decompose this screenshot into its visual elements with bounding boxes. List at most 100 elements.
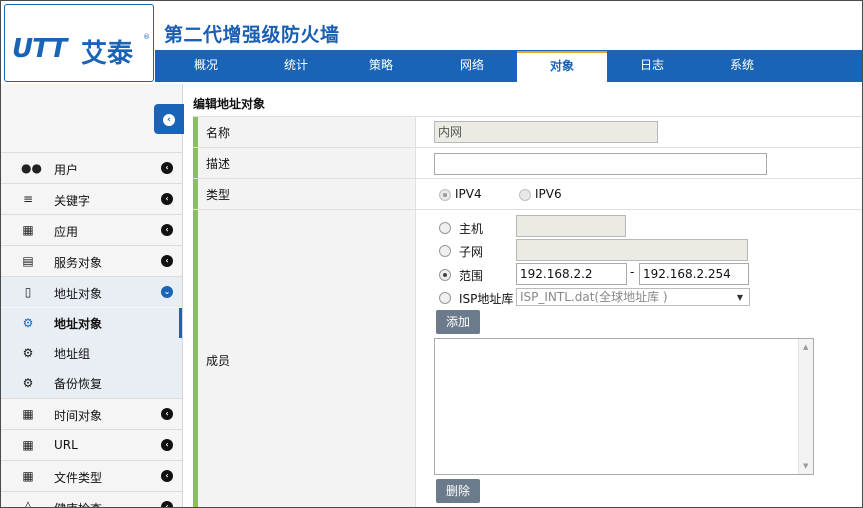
description-label: 描述 bbox=[206, 157, 231, 171]
calendar-icon: ▦ bbox=[22, 407, 34, 421]
sidebar-item-applications[interactable]: ▦ 应用 ‹ bbox=[1, 214, 182, 245]
members-list-scrollbar[interactable]: ▲ ▼ bbox=[798, 339, 813, 474]
sidebar-item-label: 关键字 bbox=[54, 194, 91, 208]
chevron-left-icon: ‹ bbox=[163, 113, 175, 126]
sidebar-subitem-address-objects[interactable]: ⚙ 地址对象 bbox=[1, 308, 182, 338]
add-button[interactable]: 添加 bbox=[436, 310, 480, 334]
logo-name: 艾泰 bbox=[81, 39, 134, 69]
isp-library-select-value: ISP_INTL.dat(全球地址库 ) bbox=[520, 290, 668, 304]
member-range-label: 范围 bbox=[459, 269, 484, 283]
chevron-left-icon: ‹ bbox=[161, 408, 173, 420]
form-row-members: 成员 主机 子网 范围 192.168.2.2 - 192.168.2.254 … bbox=[193, 209, 862, 507]
file-icon: ▯ bbox=[24, 285, 32, 299]
chevron-left-icon: ‹ bbox=[161, 255, 173, 267]
range-end-input[interactable]: 192.168.2.254 bbox=[639, 263, 749, 285]
scroll-up-icon[interactable]: ▲ bbox=[803, 343, 808, 351]
row-label: 类型 bbox=[193, 179, 416, 209]
chevron-left-icon: ‹ bbox=[161, 439, 173, 451]
row-value: 内网 bbox=[417, 117, 862, 147]
chevron-down-icon: ⌄ bbox=[161, 286, 173, 298]
chevron-left-icon: ‹ bbox=[161, 224, 173, 236]
tab-overview[interactable]: 概况 bbox=[161, 50, 251, 82]
top-navbar: 概况 统计 策略 网络 对象 日志 系统 bbox=[155, 50, 862, 82]
isp-library-select[interactable]: ISP_INTL.dat(全球地址库 ) ▼ bbox=[516, 288, 750, 306]
sidebar-item-users[interactable]: ●● 用户 ‹ bbox=[1, 152, 182, 183]
gear-icon: ⚙ bbox=[22, 346, 34, 360]
sidebar-item-file-types[interactable]: ▦ 文件类型 ‹ bbox=[1, 460, 182, 491]
section-title: 编辑地址对象 bbox=[193, 97, 266, 111]
member-host-radio[interactable] bbox=[439, 222, 451, 234]
sidebar-item-label: 用户 bbox=[54, 163, 79, 177]
tab-objects[interactable]: 对象 bbox=[517, 51, 607, 82]
main-content: 编辑地址对象 名称 内网 描述 类型 IPV4 IPV6 成员 主机 子网 范围… bbox=[184, 84, 862, 507]
member-host-label: 主机 bbox=[459, 222, 484, 236]
sidebar-item-label: URL bbox=[54, 438, 78, 452]
host-input[interactable] bbox=[516, 215, 626, 237]
scroll-down-icon[interactable]: ▼ bbox=[803, 462, 808, 470]
member-range-radio[interactable] bbox=[439, 269, 451, 281]
sidebar-subitem-label: 备份恢复 bbox=[54, 377, 103, 391]
row-label: 描述 bbox=[193, 148, 416, 178]
calendar-icon: ▦ bbox=[22, 469, 34, 483]
sitemap-icon: ◊ bbox=[25, 500, 31, 508]
header: UTT 艾泰 ® 第二代增强级防火墙 概况 统计 策略 网络 对象 日志 系统 bbox=[1, 1, 862, 84]
sidebar-subitem-label: 地址对象 bbox=[54, 317, 103, 331]
sidebar-item-time-objects[interactable]: ▦ 时间对象 ‹ bbox=[1, 398, 182, 429]
tab-statistics[interactable]: 统计 bbox=[251, 50, 341, 82]
tab-system[interactable]: 系统 bbox=[697, 50, 787, 82]
sidebar-collapse-button[interactable]: ‹ bbox=[154, 104, 184, 134]
member-isp-label: ISP地址库 bbox=[459, 292, 514, 306]
member-subnet-label: 子网 bbox=[459, 245, 484, 259]
range-start-input[interactable]: 192.168.2.2 bbox=[516, 263, 627, 285]
tab-network[interactable]: 网络 bbox=[427, 50, 517, 82]
sidebar-item-url[interactable]: ▦ URL ‹ bbox=[1, 429, 182, 460]
type-ipv4-radio[interactable] bbox=[439, 189, 451, 201]
sidebar-subitem-address-groups[interactable]: ⚙ 地址组 bbox=[1, 338, 182, 368]
form-row-type: 类型 IPV4 IPV6 bbox=[193, 178, 862, 209]
chevron-left-icon: ‹ bbox=[161, 501, 173, 507]
tab-logs[interactable]: 日志 bbox=[607, 50, 697, 82]
member-subnet-radio[interactable] bbox=[439, 245, 451, 257]
range-separator: - bbox=[630, 265, 635, 279]
description-input[interactable] bbox=[434, 153, 767, 175]
member-isp-radio[interactable] bbox=[439, 292, 451, 304]
type-ipv6-radio[interactable] bbox=[519, 189, 531, 201]
chevron-down-icon: ▼ bbox=[736, 293, 743, 302]
members-list[interactable]: ▲ ▼ bbox=[434, 338, 814, 475]
row-value: 主机 子网 范围 192.168.2.2 - 192.168.2.254 ISP… bbox=[417, 210, 862, 507]
sidebar: ‹ ●● 用户 ‹ ≡ 关键字 ‹ ▦ 应用 ‹ ▤ 服务对象 ‹ ▯ 地址对象… bbox=[1, 84, 184, 508]
type-ipv6-label: IPV6 bbox=[535, 187, 562, 201]
chevron-left-icon: ‹ bbox=[161, 470, 173, 482]
members-label: 成员 bbox=[206, 354, 231, 368]
logo-registered-mark: ® bbox=[143, 33, 150, 41]
sidebar-item-label: 地址对象 bbox=[54, 287, 103, 301]
form-row-description: 描述 bbox=[193, 147, 862, 178]
sidebar-item-keywords[interactable]: ≡ 关键字 ‹ bbox=[1, 183, 182, 214]
logo: UTT 艾泰 ® bbox=[4, 4, 154, 82]
gear-icon: ⚙ bbox=[22, 376, 34, 390]
sidebar-item-address-objects[interactable]: ▯ 地址对象 ⌄ bbox=[1, 276, 182, 307]
row-label: 成员 bbox=[193, 210, 416, 507]
sidebar-item-label: 健康检查 bbox=[54, 500, 102, 507]
sidebar-item-label: 应用 bbox=[54, 225, 79, 239]
app-window: UTT 艾泰 ® 第二代增强级防火墙 概况 统计 策略 网络 对象 日志 系统 … bbox=[0, 0, 863, 508]
type-label: 类型 bbox=[206, 188, 231, 202]
row-value bbox=[417, 148, 862, 178]
sidebar-item-health-check[interactable]: ◊ 健康检查 ‹ bbox=[1, 491, 182, 508]
chevron-left-icon: ‹ bbox=[161, 193, 173, 205]
subnet-input[interactable] bbox=[516, 239, 748, 261]
sidebar-item-label: 时间对象 bbox=[54, 409, 103, 423]
sidebar-item-service-objects[interactable]: ▤ 服务对象 ‹ bbox=[1, 245, 182, 276]
name-label: 名称 bbox=[206, 126, 231, 140]
server-icon: ▤ bbox=[22, 254, 34, 268]
tab-policy[interactable]: 策略 bbox=[336, 50, 426, 82]
sidebar-subitem-backup-restore[interactable]: ⚙ 备份恢复 bbox=[1, 368, 182, 398]
type-ipv4-label: IPV4 bbox=[455, 187, 482, 201]
calendar-icon: ▦ bbox=[22, 438, 34, 452]
logo-mark: UTT bbox=[12, 34, 67, 64]
delete-button[interactable]: 删除 bbox=[436, 479, 480, 503]
sidebar-subitem-label: 地址组 bbox=[54, 347, 91, 361]
sidebar-item-label: 文件类型 bbox=[54, 471, 103, 485]
name-input[interactable]: 内网 bbox=[434, 121, 658, 143]
grid-icon: ▦ bbox=[22, 223, 34, 237]
